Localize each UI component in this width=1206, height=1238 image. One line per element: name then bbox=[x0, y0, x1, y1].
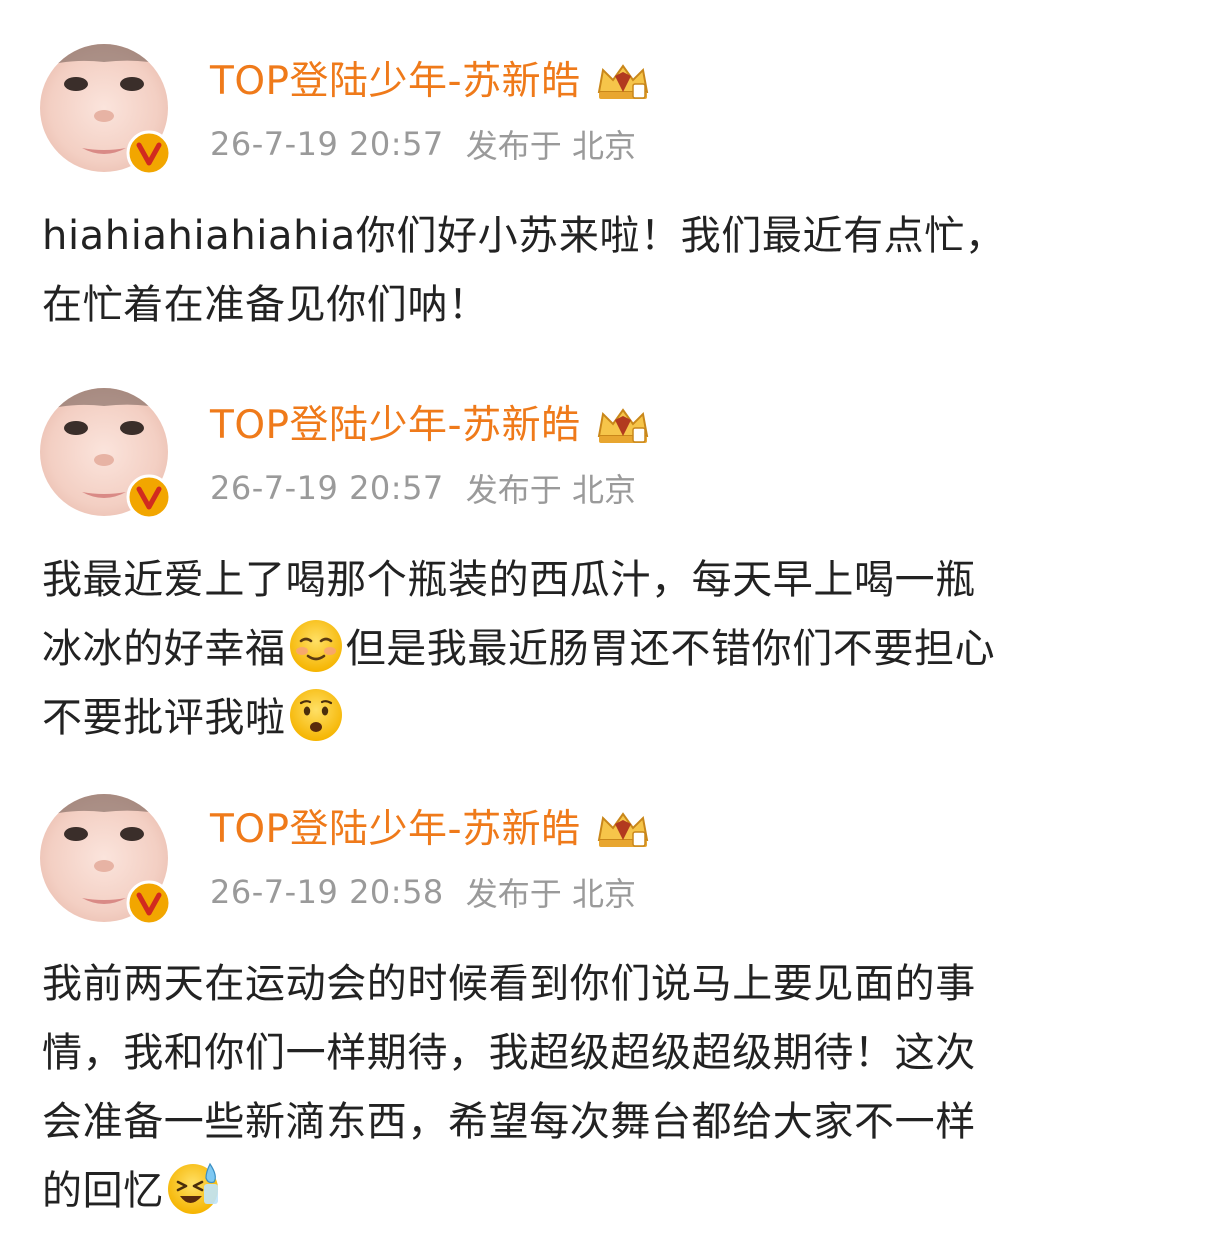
post-meta: 26-7-19 20:57 发布于 北京 bbox=[210, 466, 636, 510]
username-row: TOP登陆少年-苏新皓 bbox=[210, 400, 651, 452]
content-line: 在忙着在准备见你们呐！ bbox=[42, 282, 489, 328]
content-text: 冰冰的好幸福 bbox=[42, 626, 286, 672]
anguished-face-emoji-icon bbox=[288, 687, 344, 743]
verified-badge-icon bbox=[126, 130, 172, 176]
content-line: 不要批评我啦 bbox=[42, 684, 1172, 753]
username[interactable]: TOP登陆少年-苏新皓 bbox=[210, 400, 581, 452]
content-text: 不要批评我啦 bbox=[42, 695, 286, 741]
crown-badge-icon bbox=[595, 810, 651, 850]
content-line: hiahiahiahiahia你们好小苏来啦！我们最近有点忙， bbox=[42, 213, 1006, 259]
cold-sweat-laughing-emoji-icon bbox=[166, 1160, 222, 1216]
verified-badge-icon bbox=[126, 880, 172, 926]
content-text: 的回忆 bbox=[42, 1168, 164, 1214]
username[interactable]: TOP登陆少年-苏新皓 bbox=[210, 56, 581, 108]
username[interactable]: TOP登陆少年-苏新皓 bbox=[210, 804, 581, 856]
verified-badge-icon bbox=[126, 474, 172, 520]
content-line: 冰冰的好幸福 但是我最近肠胃还不错你们不要担心 bbox=[42, 615, 1172, 684]
post-time: 26-7-19 20:57 bbox=[210, 469, 444, 507]
crown-badge-icon bbox=[595, 62, 651, 102]
content-line: 情，我和你们一样期待，我超级超级超级期待！这次 bbox=[42, 1030, 976, 1076]
post-location: 发布于 北京 bbox=[465, 127, 636, 165]
post-content: 我最近爱上了喝那个瓶装的西瓜汁，每天早上喝一瓶 冰冰的好幸福 但是我最近肠胃还不… bbox=[42, 546, 1172, 753]
post-meta: 26-7-19 20:57 发布于 北京 bbox=[210, 122, 636, 166]
content-line: 的回忆 bbox=[42, 1157, 1172, 1226]
post-location: 发布于 北京 bbox=[465, 875, 636, 913]
crown-badge-icon bbox=[595, 406, 651, 446]
username-row: TOP登陆少年-苏新皓 bbox=[210, 56, 651, 108]
smiling-blush-emoji-icon bbox=[288, 618, 344, 674]
post-content: 我前两天在运动会的时候看到你们说马上要见面的事 情，我和你们一样期待，我超级超级… bbox=[42, 950, 1172, 1226]
content-line: 我最近爱上了喝那个瓶装的西瓜汁，每天早上喝一瓶 bbox=[42, 557, 976, 603]
post-time: 26-7-19 20:58 bbox=[210, 873, 444, 911]
content-text: 但是我最近肠胃还不错你们不要担心 bbox=[345, 626, 996, 672]
post-time: 26-7-19 20:57 bbox=[210, 125, 444, 163]
content-line: 我前两天在运动会的时候看到你们说马上要见面的事 bbox=[42, 961, 976, 1007]
content-line: 会准备一些新滴东西，希望每次舞台都给大家不一样 bbox=[42, 1099, 976, 1145]
post-location: 发布于 北京 bbox=[465, 471, 636, 509]
post-meta: 26-7-19 20:58 发布于 北京 bbox=[210, 870, 636, 914]
username-row: TOP登陆少年-苏新皓 bbox=[210, 804, 651, 856]
post-content: hiahiahiahiahia你们好小苏来啦！我们最近有点忙， 在忙着在准备见你… bbox=[42, 202, 1172, 340]
